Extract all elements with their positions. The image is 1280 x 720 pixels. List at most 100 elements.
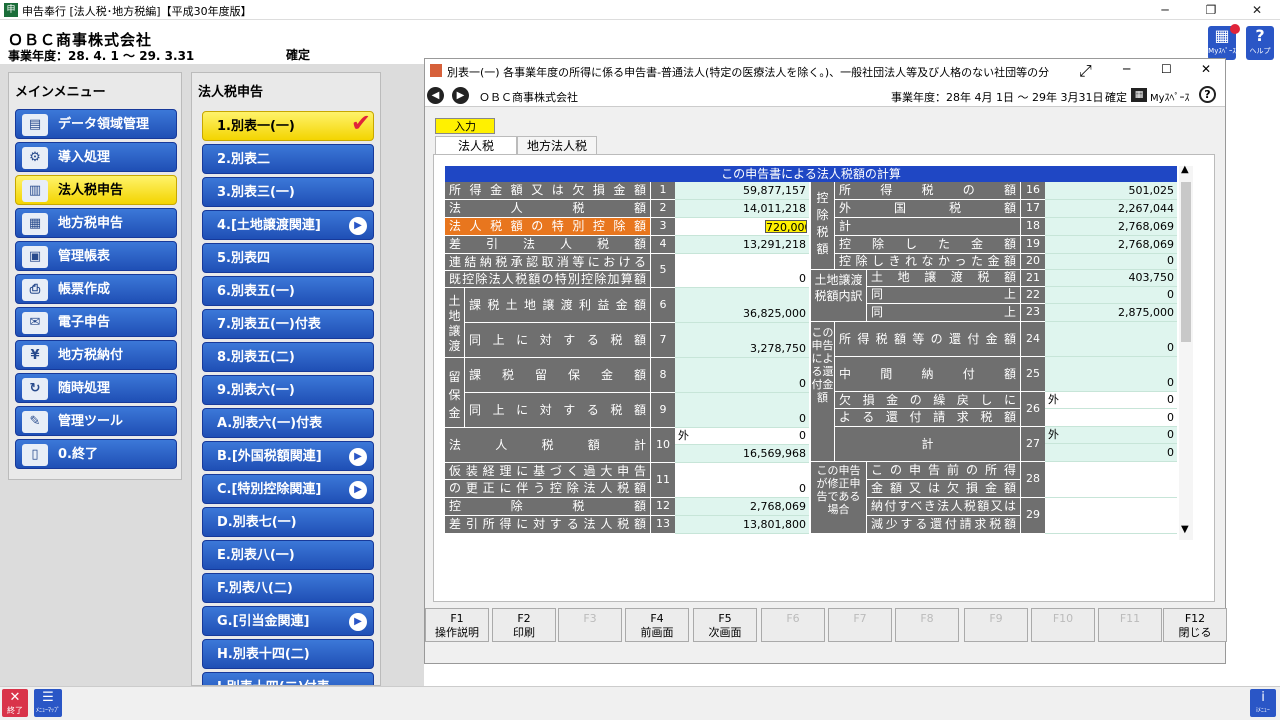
row-value[interactable]: 16,569,968 xyxy=(675,445,809,463)
row-label: 計 xyxy=(835,427,1021,462)
sub-menu-item[interactable]: 9.別表六(一) xyxy=(202,375,374,405)
forward-arrow-icon[interactable]: ▶ xyxy=(452,87,469,104)
row-value[interactable]: 2,267,044 xyxy=(1045,200,1177,218)
sub-menu-item[interactable]: D.別表七(一) xyxy=(202,507,374,537)
row-value[interactable]: 0 xyxy=(675,393,809,428)
sub-menu-item[interactable]: H.別表十四(二) xyxy=(202,639,374,669)
selected-value-field[interactable]: 720,000 xyxy=(765,220,807,233)
row-value[interactable]: 0 xyxy=(675,463,809,498)
sub-menu-item[interactable]: 6.別表五(一) xyxy=(202,276,374,306)
form-maximize-button[interactable]: ☐ xyxy=(1161,62,1172,76)
maximize-button[interactable]: ❐ xyxy=(1188,0,1234,20)
tab-corporate-tax[interactable]: 法人税 xyxy=(435,136,517,154)
row-value[interactable]: 2,875,000 xyxy=(1045,304,1177,322)
scroll-down-icon[interactable]: ▼ xyxy=(1181,524,1189,535)
row-value[interactable]: 0 xyxy=(1045,322,1177,357)
main-menu-item[interactable]: ▥ 法人税申告 xyxy=(15,175,177,205)
row-value[interactable] xyxy=(1045,498,1177,534)
row-value[interactable]: 13,291,218 xyxy=(675,236,809,254)
form-close-button[interactable]: ✕ xyxy=(1201,62,1211,76)
sub-menu-item[interactable]: B.[外国税額関連] ▶ xyxy=(202,441,374,471)
main-menu-item[interactable]: ⎙ 帳票作成 xyxy=(15,274,177,304)
row-number: 4 xyxy=(651,236,675,254)
sub-menu-item[interactable]: I.別表十四(二)付表 xyxy=(202,672,374,685)
fullscreen-icon[interactable]: ⤢ xyxy=(1079,61,1092,81)
function-key-code: F11 xyxy=(1119,612,1141,625)
row-value[interactable]: 0 xyxy=(1045,357,1177,392)
sub-menu-item-label: 3.別表三(一) xyxy=(217,185,295,200)
sub-menu-item[interactable]: A.別表六(一)付表 xyxy=(202,408,374,438)
function-key-f12[interactable]: F12 閉じる xyxy=(1163,608,1227,642)
form-help-icon[interactable]: ? xyxy=(1199,86,1216,103)
function-key-f1[interactable]: F1 操作説明 xyxy=(425,608,489,642)
row-value[interactable]: 13,801,800 xyxy=(675,516,809,534)
row-value[interactable]: 2,768,069 xyxy=(1045,236,1177,254)
row-value[interactable]: 3,278,750 xyxy=(675,323,809,358)
group-label: 留保金 xyxy=(445,358,465,428)
function-key-code: F7 xyxy=(853,612,867,625)
sub-menu-item[interactable]: E.別表八(一) xyxy=(202,540,374,570)
row-value[interactable]: 0 xyxy=(1045,254,1177,270)
sub-menu-item[interactable]: C.[特別控除関連] ▶ xyxy=(202,474,374,504)
input-mode-tab[interactable]: 入力 xyxy=(435,118,495,134)
row-value[interactable]: 0 xyxy=(675,254,809,288)
row-value[interactable] xyxy=(1045,462,1177,498)
group-label: この申告による還付金額 xyxy=(811,322,835,462)
row-value[interactable]: 2,768,069 xyxy=(675,498,809,516)
main-menu-item[interactable]: ¥ 地方税納付 xyxy=(15,340,177,370)
sub-menu-item[interactable]: 8.別表五(二) xyxy=(202,342,374,372)
row-label: 同上 xyxy=(867,287,1021,304)
row-value[interactable]: 0 xyxy=(675,358,809,393)
sub-menu-item[interactable]: F.別表八(二) xyxy=(202,573,374,603)
row-value[interactable]: 0 xyxy=(1045,287,1177,304)
exit-button[interactable]: ✕ 終了 xyxy=(2,689,28,717)
exit-icon: ✕ xyxy=(9,690,21,705)
form-minimize-button[interactable]: ─ xyxy=(1123,62,1130,76)
tab-local-corporate-tax[interactable]: 地方法人税 xyxy=(517,136,597,154)
sub-menu-item[interactable]: 5.別表四 xyxy=(202,243,374,273)
function-key-code: F8 xyxy=(920,612,934,625)
submenu-arrow-icon: ▶ xyxy=(349,217,367,235)
sub-menu-item[interactable]: 2.別表二 xyxy=(202,144,374,174)
tax-calculation-table: この申告書による法人税額の計算 所得金額又は欠損金額 1 59,877,157 法人税… xyxy=(445,166,1177,540)
row-value[interactable]: 36,825,000 xyxy=(675,288,809,323)
menu-map-button[interactable]: ☰ ﾒﾆｭｰﾏｯﾌﾟ xyxy=(34,689,62,717)
main-menu-item[interactable]: ▦ 地方税申告 xyxy=(15,208,177,238)
function-key-f2[interactable]: F2 印刷 xyxy=(492,608,556,642)
main-menu-item[interactable]: ↻ 随時処理 xyxy=(15,373,177,403)
back-arrow-icon[interactable]: ◀ xyxy=(427,87,444,104)
minimize-button[interactable]: ─ xyxy=(1142,0,1188,20)
row-value[interactable]: 501,025 xyxy=(1045,182,1177,200)
main-menu-item[interactable]: ▣ 管理帳表 xyxy=(15,241,177,271)
row-value[interactable]: 0 xyxy=(1045,409,1177,427)
myspace-small-icon[interactable]: ▦ xyxy=(1131,88,1147,102)
row-value[interactable]: 2,768,069 xyxy=(1045,218,1177,236)
sub-menu-item[interactable]: 7.別表五(一)付表 xyxy=(202,309,374,339)
main-menu-item[interactable]: ✎ 管理ツール xyxy=(15,406,177,436)
building-icon: ▥ xyxy=(22,180,48,202)
main-menu-item[interactable]: ▯ 0.終了 xyxy=(15,439,177,469)
sub-menu-item[interactable]: G.[引当金関連] ▶ xyxy=(202,606,374,636)
imenu-button[interactable]: i iﾒﾆｭｰ xyxy=(1250,689,1276,717)
scrollbar-thumb[interactable] xyxy=(1181,182,1191,342)
row-value[interactable]: 403,750 xyxy=(1045,270,1177,287)
help-button[interactable]: ? ヘルプ xyxy=(1246,26,1274,60)
main-menu-item-label: 随時処理 xyxy=(58,381,111,396)
close-button[interactable]: ✕ xyxy=(1234,0,1280,20)
confirmed-label: 確定 xyxy=(286,48,311,62)
app-logo-icon: 申 xyxy=(4,3,18,17)
form-myspace[interactable]: Myｽﾍﾟｰｽ xyxy=(1150,89,1190,104)
row-value[interactable]: 59,877,157 xyxy=(675,182,809,200)
main-menu-item[interactable]: ✉ 電子申告 xyxy=(15,307,177,337)
sub-menu-item[interactable]: 4.[土地譲渡関連] ▶ xyxy=(202,210,374,240)
row-value[interactable]: 0 xyxy=(1045,444,1177,462)
row-number: 23 xyxy=(1021,304,1045,322)
function-key-f5[interactable]: F5 次画面 xyxy=(693,608,757,642)
sub-menu-item[interactable]: 3.別表三(一) xyxy=(202,177,374,207)
main-menu-item[interactable]: ▤ データ領域管理 xyxy=(15,109,177,139)
row-value[interactable]: 14,011,218 xyxy=(675,200,809,218)
scroll-up-icon[interactable]: ▲ xyxy=(1181,164,1189,175)
function-key-f4[interactable]: F4 前画面 xyxy=(625,608,689,642)
main-menu-item[interactable]: ⚙ 導入処理 xyxy=(15,142,177,172)
sub-menu-item[interactable]: 1.別表一(一) ✔ xyxy=(202,109,374,141)
